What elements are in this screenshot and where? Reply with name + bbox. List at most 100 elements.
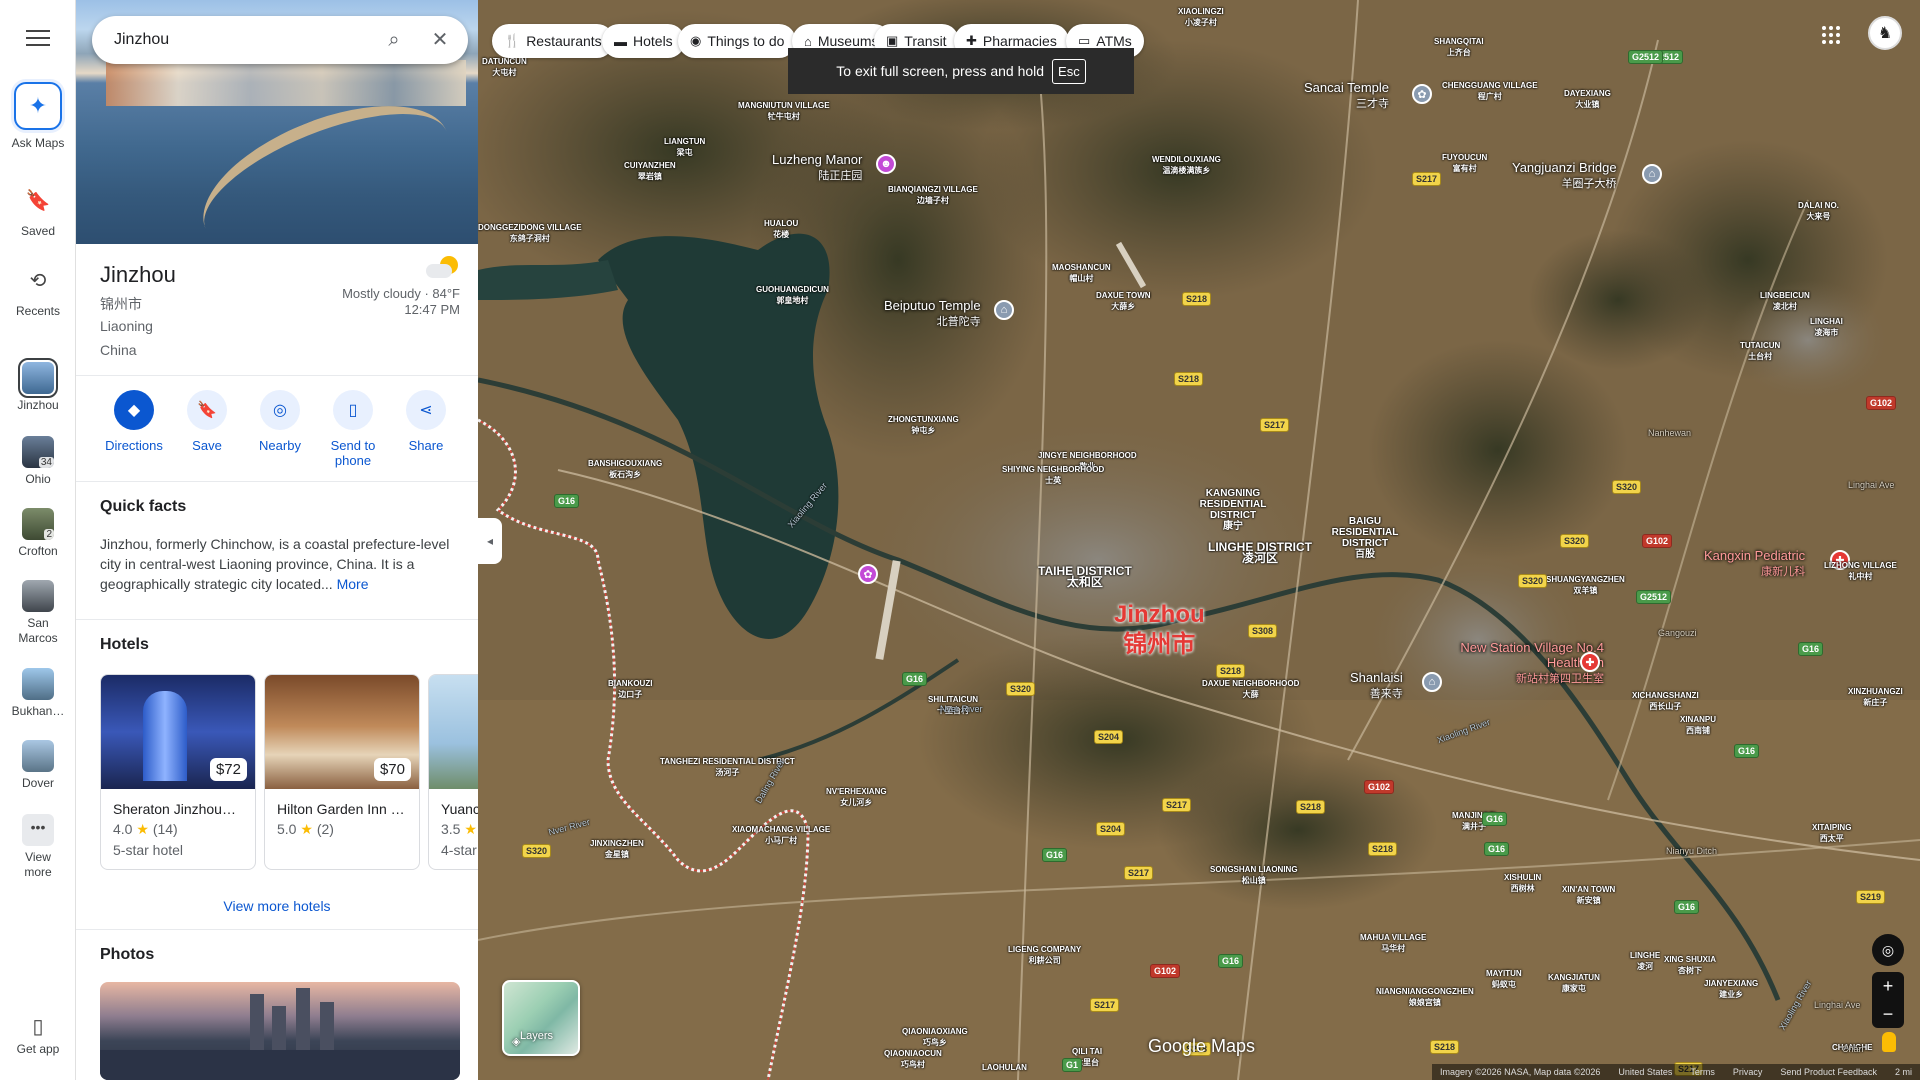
road-shield: G16 xyxy=(1798,642,1824,656)
place-name: JIANYEXIANG xyxy=(1704,979,1759,988)
terms-link[interactable]: Terms xyxy=(1690,1067,1715,1077)
place-name-cn: 凌海市 xyxy=(1814,328,1839,337)
recent-item-ohio[interactable]: 34 Ohio xyxy=(0,436,76,487)
google-apps-icon[interactable] xyxy=(1822,26,1840,44)
road-shield: G16 xyxy=(554,494,580,508)
place-name-cn: 杏树下 xyxy=(1678,966,1702,975)
hotel-card[interactable]: Yuanc 3.5 ★ 4-star xyxy=(428,674,478,870)
photo-thumbnail[interactable] xyxy=(100,982,460,1080)
quick-facts-text: Jinzhou, formerly Chinchow, is a coastal… xyxy=(100,534,456,594)
privacy-link[interactable]: Privacy xyxy=(1733,1067,1763,1077)
map-canvas[interactable]: 🍴 Restaurants ▬ Hotels ◉ Things to do ⌂ Muse… xyxy=(478,0,1920,1080)
share-button[interactable]: ⋖ Share xyxy=(390,390,462,453)
rating-value: 4.0 xyxy=(113,821,133,837)
place-name-cn: 程广村 xyxy=(1477,92,1502,101)
recent-badge: 2 xyxy=(44,529,54,540)
quick-facts: Quick facts Jinzhou, formerly Chinchow, … xyxy=(76,482,478,620)
attraction-pin-icon[interactable]: ✿ xyxy=(858,564,878,584)
scale-bar[interactable]: 2 mi xyxy=(1895,1067,1912,1077)
place-label: CHENGGUANG VILLAGE 程广村 xyxy=(1442,80,1538,102)
nearby-button[interactable]: ◎ Nearby xyxy=(244,390,316,453)
pharmacy-icon: ✚ xyxy=(966,33,977,48)
place-name-cn: 西南铺 xyxy=(1686,726,1710,735)
place-label: BIANKOUZI 边口子 xyxy=(608,678,652,700)
hotel-card[interactable]: $70 Hilton Garden Inn … 5.0 ★ (2) xyxy=(264,674,420,870)
ask-maps-icon: ✦ xyxy=(14,82,62,130)
get-app-button[interactable]: ▯ Get app xyxy=(0,1012,76,1057)
place-name-cn: 西树林 xyxy=(1510,884,1535,893)
recent-item-bukhan[interactable]: Bukhan… xyxy=(0,668,76,719)
place-name: CHENGGUANG VILLAGE xyxy=(1442,81,1538,90)
save-button[interactable]: 🔖 Save xyxy=(171,390,243,453)
temple-pin-icon[interactable]: ✿ xyxy=(1412,84,1432,104)
poi-shanlaisi[interactable]: Shanlaisi 善来寺 xyxy=(1350,670,1403,701)
road-shield: S204 xyxy=(1094,730,1124,744)
attraction-pin-icon[interactable]: ☻ xyxy=(876,154,896,174)
recent-badge: 34 xyxy=(38,457,54,468)
directions-button[interactable]: ◆ Directions xyxy=(98,390,170,453)
place-name-cn: 大业镇 xyxy=(1575,100,1600,109)
place-name: LINGHE xyxy=(1630,951,1661,960)
close-icon[interactable]: ✕ xyxy=(428,28,452,52)
view-more-button[interactable]: ••• View more xyxy=(0,814,76,880)
layers-label: ◈ Layers xyxy=(512,1030,554,1048)
recent-item-san-marcos[interactable]: San Marcos xyxy=(0,580,76,646)
temple-pin-icon[interactable]: ⌂ xyxy=(1422,672,1442,692)
poi-beiputuo-temple[interactable]: Beiputuo Temple 北普陀寺 xyxy=(884,298,981,329)
region-link[interactable]: United States xyxy=(1618,1067,1672,1077)
menu-icon[interactable] xyxy=(26,30,50,48)
send-to-phone-button[interactable]: ▯ Send to phone xyxy=(317,390,389,468)
road-shield: G16 xyxy=(1042,848,1068,862)
landmark-pin-icon[interactable]: ⌂ xyxy=(1642,164,1662,184)
place-name: LIGENG COMPANY xyxy=(1008,945,1082,954)
place-name-cn: 花楼 xyxy=(773,230,790,239)
chip-restaurants[interactable]: 🍴 Restaurants xyxy=(492,24,614,58)
zoom-in-button[interactable]: + xyxy=(1872,972,1904,1000)
pegman-icon[interactable] xyxy=(1882,1032,1896,1052)
hotel-type: 4-star xyxy=(441,842,477,858)
road-shield: G16 xyxy=(1734,744,1760,758)
layers-button[interactable]: ◈ Layers xyxy=(502,980,580,1056)
road-shield: G2512 xyxy=(1628,50,1664,64)
esc-key: Esc xyxy=(1052,58,1086,84)
district-label: BAIGU RESIDENTIAL DISTRICT 百股 xyxy=(1320,516,1410,560)
facts-body: Jinzhou, formerly Chinchow, is a coastal… xyxy=(100,536,450,592)
place-name-cn: 钟屯乡 xyxy=(911,426,936,435)
road-shield: G16 xyxy=(902,672,928,686)
recents-button[interactable]: ⟲ Recents xyxy=(0,260,76,319)
fullscreen-toast-text: To exit full screen, press and hold xyxy=(836,63,1045,79)
saved-button[interactable]: 🔖 Saved xyxy=(0,180,76,239)
zoom-out-button[interactable]: − xyxy=(1872,1000,1904,1028)
my-location-icon[interactable]: ◎ xyxy=(1872,934,1904,966)
place-label: HUALOU 花楼 xyxy=(764,218,798,240)
poi-luzheng-manor[interactable]: Luzheng Manor 陆正庄园 xyxy=(772,152,862,183)
poi-kangxin-pediatric[interactable]: Kangxin Pediatric 康新儿科 xyxy=(1704,548,1805,579)
chip-hotels[interactable]: ▬ Hotels xyxy=(602,24,685,58)
city-label: Jinzhou 锦州市 xyxy=(1114,600,1205,660)
left-rail: ✦ Ask Maps 🔖 Saved ⟲ Recents Jinzhou 34 … xyxy=(0,0,76,1080)
chip-label: Transit xyxy=(904,33,947,49)
recent-item-crofton[interactable]: 2 Crofton xyxy=(0,508,76,559)
hotel-card[interactable]: $72 Sheraton Jinzhou… 4.0 ★ (14) 5-star … xyxy=(100,674,256,870)
facts-more-link[interactable]: More xyxy=(337,576,369,592)
account-avatar[interactable]: ♞ xyxy=(1868,16,1902,50)
road-shield: S218 xyxy=(1368,842,1398,856)
road-shield: S217 xyxy=(1412,172,1442,186)
temple-pin-icon[interactable]: ⌂ xyxy=(994,300,1014,320)
place-name-cn: 土台村 xyxy=(1748,352,1773,361)
recent-item-dover[interactable]: Dover xyxy=(0,740,76,791)
recent-item-jinzhou[interactable]: Jinzhou xyxy=(0,358,76,413)
chip-things-to-do[interactable]: ◉ Things to do xyxy=(678,24,797,58)
search-icon[interactable]: ⌕ xyxy=(382,28,406,52)
poi-sancai-temple[interactable]: Sancai Temple 三才寺 xyxy=(1304,80,1389,111)
poi-yangjuanzi-bridge[interactable]: Yangjuanzi Bridge 羊圈子大桥 xyxy=(1512,160,1617,191)
view-more-hotels-link[interactable]: View more hotels xyxy=(76,898,478,914)
search-input[interactable] xyxy=(114,28,364,52)
area-label: Linghai Ave xyxy=(1814,1000,1861,1010)
hospital-pin-icon[interactable]: ✚ xyxy=(1580,652,1600,672)
ask-maps-button[interactable]: ✦ Ask Maps xyxy=(0,82,76,151)
review-count: (2) xyxy=(316,821,334,837)
place-name-cn: 建业乡 xyxy=(1719,990,1744,999)
collapse-panel-button[interactable]: ◂ xyxy=(478,518,502,564)
feedback-link[interactable]: Send Product Feedback xyxy=(1780,1067,1877,1077)
